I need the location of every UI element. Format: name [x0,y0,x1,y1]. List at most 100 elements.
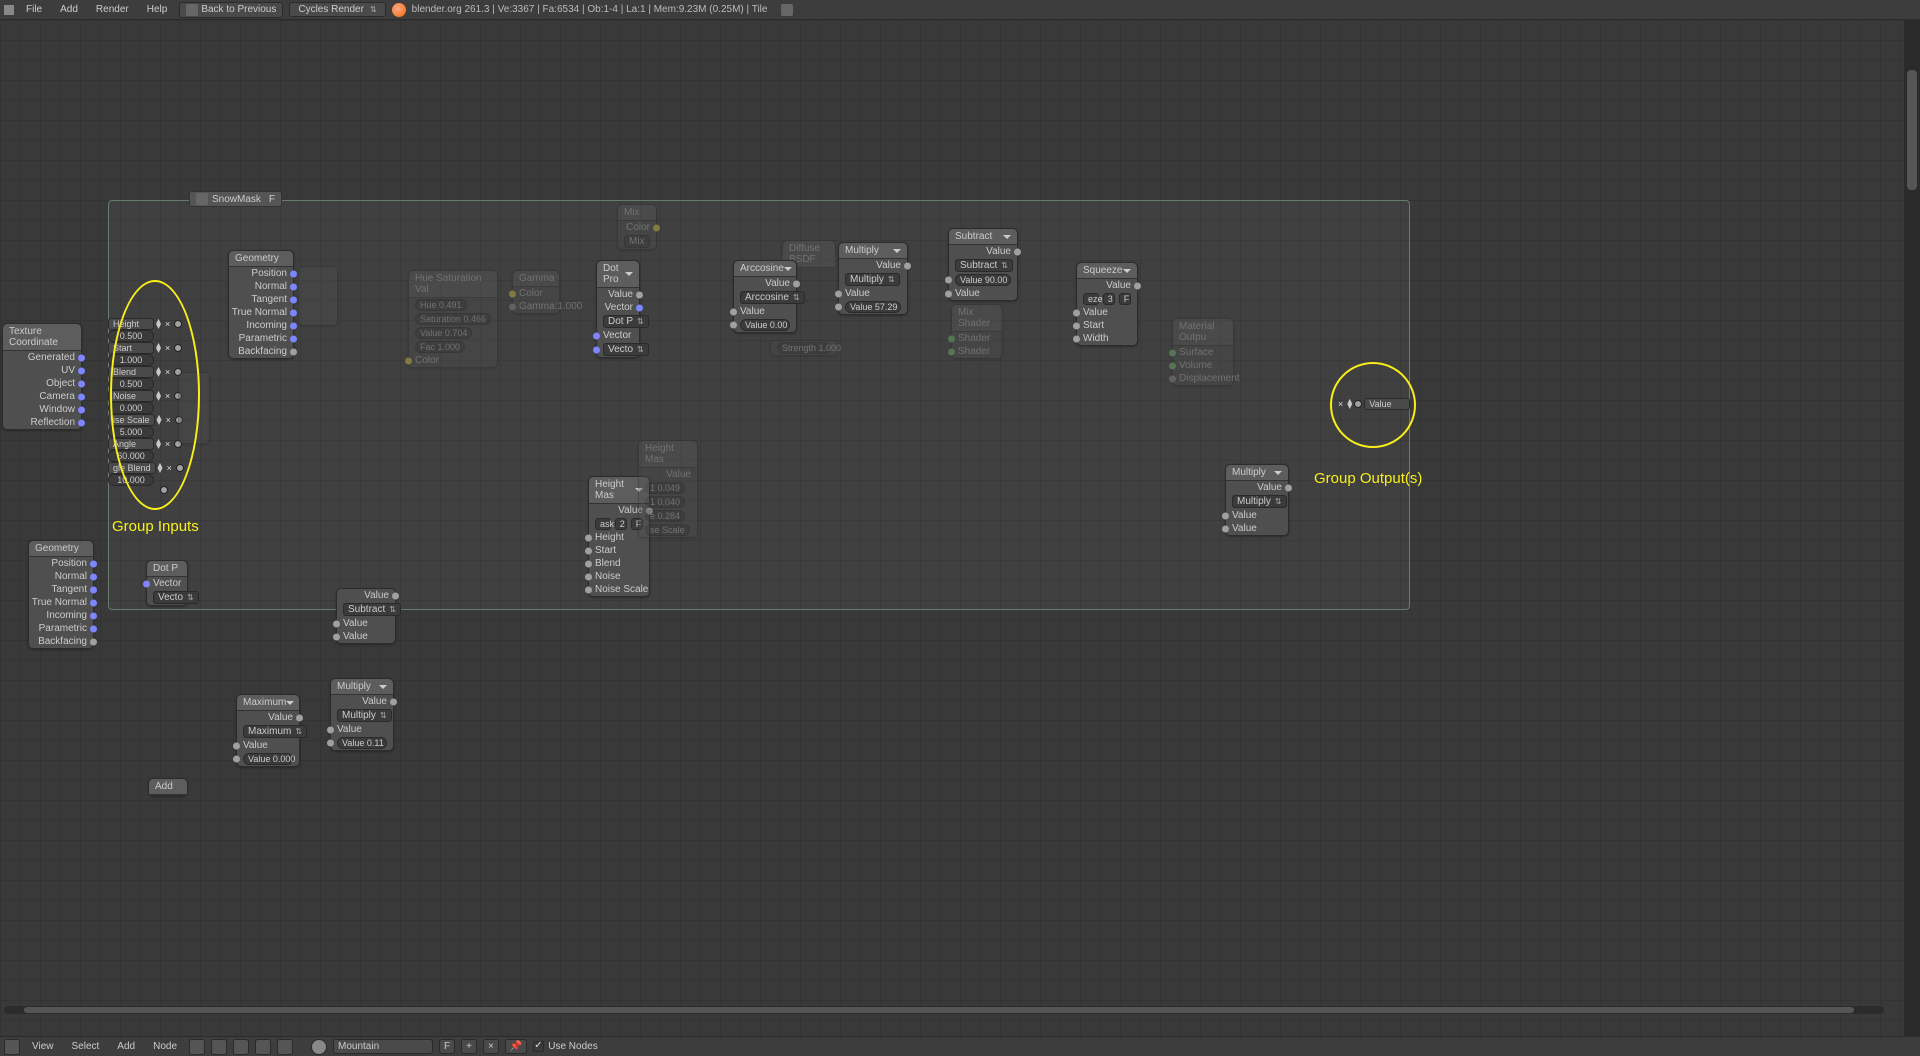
socket-in[interactable] [233,756,240,763]
val[interactable]: Strength 1.000 [777,342,831,354]
group-input-value[interactable]: 5.000 [108,426,154,438]
fake-user-btn[interactable]: F [269,194,275,205]
node-subtract-2[interactable]: Value Subtract⇅ Value Value [336,588,396,644]
param-default[interactable]: 0.500 [108,378,154,390]
sel-op[interactable]: Multiply⇅ [337,709,392,722]
val[interactable]: Value 0.11 [337,737,387,749]
window-icon[interactable] [781,4,793,16]
node-mix-shader[interactable]: Mix Shader Shader Shader [951,304,1003,359]
param-name[interactable]: ise Scale [108,414,155,426]
fake-user-btn[interactable]: F [439,1039,455,1054]
vertical-scrollbar[interactable] [1904,20,1920,1036]
node-mix-color[interactable]: Mix Color Mix [617,204,657,250]
socket-out[interactable] [290,270,297,277]
socket-in[interactable] [1169,362,1176,369]
btn[interactable]: ask [595,518,611,530]
socket-in[interactable] [585,573,592,580]
val-sat[interactable]: Saturation 0.466 [415,313,491,325]
reorder-arrows[interactable]: ▴▾ [156,367,161,377]
shader-type-icon[interactable] [255,1039,271,1055]
socket-out[interactable] [90,612,97,619]
menu-add[interactable]: Add [54,2,84,17]
btn[interactable]: F [1119,293,1131,305]
node-multiply-1[interactable]: Multiply Value Multiply⇅ Value Value 57.… [838,242,908,315]
socket-in[interactable] [327,740,334,747]
btn[interactable]: 2 [615,518,627,530]
menu-render[interactable]: Render [90,2,135,17]
param-name[interactable]: Height [108,318,154,330]
socket-in[interactable] [730,308,737,315]
collapse-icon[interactable] [625,272,633,276]
socket-in[interactable] [593,332,600,339]
material-browse-icon[interactable] [311,1039,327,1055]
v[interactable]: 1 0.040 [645,496,685,508]
socket-in[interactable] [405,357,412,364]
menu-select[interactable]: Select [66,1039,106,1054]
node-editor-canvas[interactable]: SnowMask F Texture Coordinate Generated … [0,20,1904,1036]
reorder-arrows[interactable]: ▴▾ [156,319,161,329]
socket-in[interactable] [1073,322,1080,329]
remove-input-btn[interactable]: × [164,415,173,425]
reorder-arrows[interactable]: ▴▾ [156,343,161,353]
socket-out[interactable] [392,592,399,599]
socket-out[interactable] [1285,484,1292,491]
socket-out[interactable] [904,262,911,269]
btn[interactable]: eze [1083,293,1099,305]
menu-view[interactable]: View [26,1039,60,1054]
node-dot-product[interactable]: Dot Pro Value Vector Dot P⇅ Vector Vecto… [596,260,640,358]
val[interactable]: Value 0.000 [243,753,293,765]
socket-out[interactable] [290,322,297,329]
node-dot-product-2[interactable]: Dot P Vector Vecto⇅ [146,560,188,606]
node-arccosine[interactable]: Arccosine Value Arccosine⇅ Value Value 0… [733,260,797,333]
input-socket[interactable] [176,464,184,472]
node-diffuse[interactable]: Diffuse BSDF [782,240,836,256]
socket-out[interactable] [636,304,643,311]
node-multiply-3[interactable]: Multiply Value Multiply⇅ Value Value 0.1… [330,678,394,751]
socket-out[interactable] [78,393,85,400]
v[interactable]: e 0.284 [645,510,685,522]
input-socket[interactable] [174,320,182,328]
socket-in[interactable] [1169,375,1176,382]
node-add[interactable]: Add [148,778,188,796]
socket-in[interactable] [585,586,592,593]
group-input-row[interactable]: Start▴▾× [108,342,182,354]
socket-out[interactable] [653,224,660,231]
param-default[interactable]: 5.000 [108,426,154,438]
socket-in[interactable] [509,290,516,297]
menu-node[interactable]: Node [147,1039,183,1054]
sel-op[interactable]: Multiply⇅ [845,273,900,286]
input-socket-empty[interactable] [160,486,168,494]
socket-out[interactable] [90,573,97,580]
group-input-value[interactable]: 0.000 [108,402,154,414]
remove-input-btn[interactable]: × [163,391,172,401]
group-input-row[interactable]: gle Blend▴▾× [108,462,184,474]
horizontal-scrollbar[interactable] [4,1006,1884,1014]
socket-out[interactable] [78,354,85,361]
collapse-icon[interactable] [1274,471,1282,475]
param-name[interactable]: Noise [108,390,154,402]
group-input-row[interactable]: Height▴▾× [108,318,182,330]
group-output-row[interactable]: × ▴▾ Value [1336,398,1410,410]
sel[interactable]: Vecto⇅ [153,591,199,604]
socket-in[interactable] [233,742,240,749]
v[interactable]: se Scale [645,524,690,536]
val[interactable]: Value 90.00 [955,274,1011,286]
param-name[interactable]: Angle [108,438,154,450]
add-material-btn[interactable]: + [461,1039,477,1054]
socket-out[interactable] [1014,248,1021,255]
socket-out[interactable] [290,283,297,290]
val[interactable]: Value 0.00 [740,319,790,331]
remove-input-btn[interactable]: × [163,343,172,353]
val-val[interactable]: Value 0.704 [415,327,472,339]
socket-in[interactable] [585,534,592,541]
node-texture-coordinate[interactable]: Texture Coordinate Generated UV Object C… [2,323,82,430]
socket-out[interactable] [78,367,85,374]
collapse-icon[interactable] [1123,269,1131,273]
socket-in[interactable] [585,547,592,554]
h-scroll-thumb[interactable] [24,1007,1854,1013]
v[interactable]: 1 0.049 [645,482,685,494]
remove-input-btn[interactable]: × [163,439,172,449]
param-default[interactable]: 1.000 [108,354,154,366]
reorder-arrows[interactable]: ▴▾ [156,439,161,449]
sel-op[interactable]: Multiply⇅ [1232,495,1287,508]
